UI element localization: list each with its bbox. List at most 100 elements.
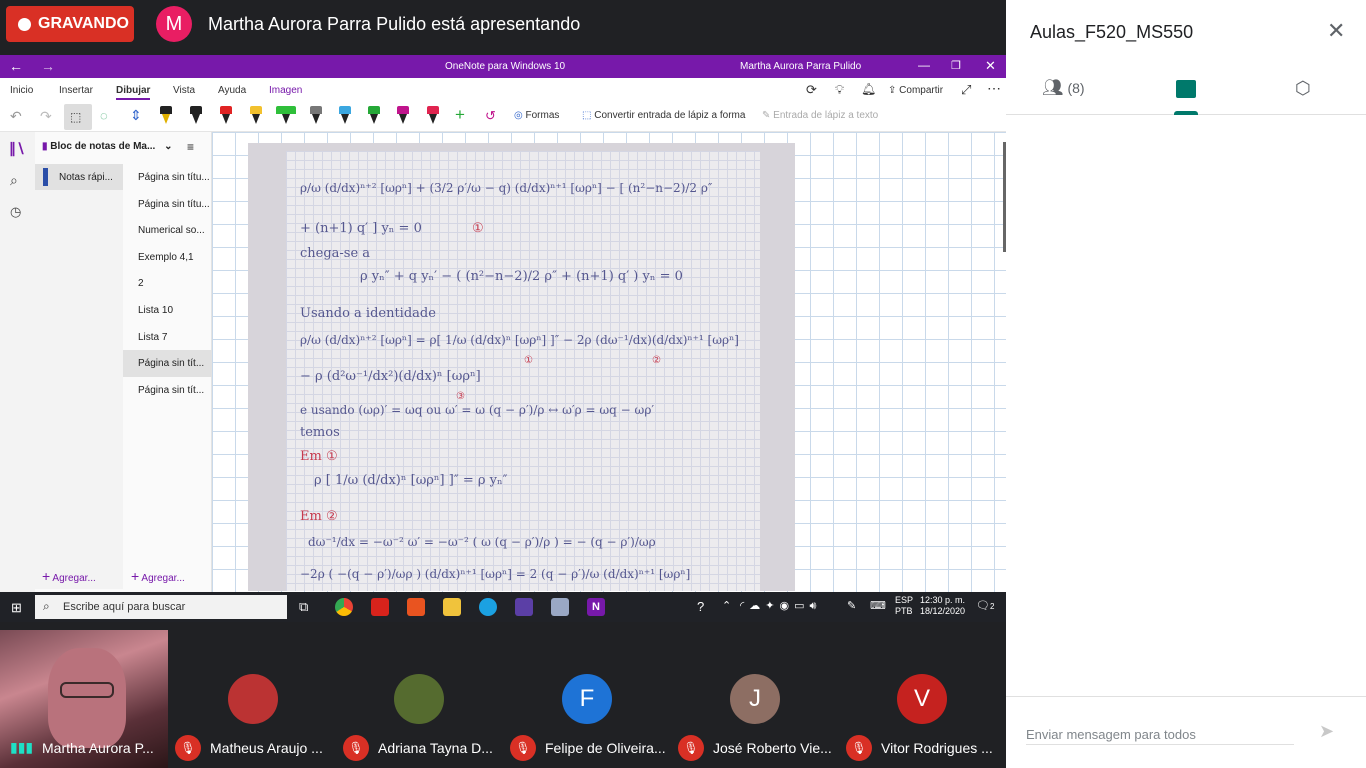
- clock[interactable]: 12:30 p. m. 18/12/2020: [920, 595, 965, 617]
- people-icon: 👥︎: [1042, 78, 1064, 97]
- restore-icon[interactable]: ❐: [951, 59, 961, 72]
- add-page-button[interactable]: + Agregar...: [131, 568, 185, 584]
- chrome-icon[interactable]: [335, 598, 353, 616]
- page-item[interactable]: Lista 7: [123, 324, 212, 351]
- lasso-icon[interactable]: ◌: [100, 108, 108, 123]
- chat-message-input[interactable]: Enviar mensagem para todos: [1026, 719, 1294, 745]
- convert-shape-icon: ⬚: [582, 110, 592, 121]
- pen-black[interactable]: [190, 106, 202, 126]
- redo-icon[interactable]: ↷: [40, 108, 52, 125]
- keyboard-icon[interactable]: ⌨: [870, 599, 886, 612]
- notifications-icon[interactable]: 🗨︎2: [976, 599, 994, 612]
- page-item-selected[interactable]: Página sin tít...: [123, 350, 212, 377]
- clock-date: 18/12/2020: [920, 606, 966, 616]
- recent-icon[interactable]: ◷: [10, 204, 21, 220]
- acrobat-icon[interactable]: [371, 598, 389, 616]
- account-name[interactable]: Martha Aurora Parra Pulido: [740, 61, 861, 72]
- edge-icon[interactable]: [479, 598, 497, 616]
- notebooks-icon[interactable]: ∥∖: [9, 140, 25, 157]
- help-icon[interactable]: ?: [697, 599, 704, 614]
- section-item[interactable]: Notas rápi...: [35, 164, 123, 190]
- participant-name: Felipe de Oliveira...: [545, 740, 666, 756]
- language-indicator[interactable]: ESP PTB: [895, 595, 913, 617]
- record-dot-icon: [18, 17, 31, 31]
- share-button[interactable]: ⇪ Compartir: [888, 85, 943, 96]
- bell-icon[interactable]: 🔔︎: [861, 82, 876, 96]
- windows-start-icon[interactable]: ⊞: [11, 600, 22, 616]
- pen-pink[interactable]: [427, 106, 439, 126]
- hw-line: dω⁻¹/dx = −ω⁻² ω′ = −ω⁻² ( ω (q − ρ′)/ρ …: [308, 535, 656, 549]
- more-options-icon[interactable]: ⋯: [987, 80, 1001, 97]
- fullscreen-icon[interactable]: ⤢: [961, 82, 971, 98]
- tab-imagen[interactable]: Imagen: [269, 85, 302, 96]
- ink-to-text-button[interactable]: ✎ Entrada de lápiz a texto: [762, 110, 878, 121]
- page-item[interactable]: 2: [123, 270, 212, 297]
- tab-inicio[interactable]: Inicio: [10, 85, 33, 96]
- pen-yellow[interactable]: [250, 106, 262, 126]
- pen-gray[interactable]: [310, 106, 322, 126]
- hw-line: ρ [ 1/ω (d/dx)ⁿ [ωρⁿ] ]″ = ρ yₙ″: [314, 473, 508, 488]
- select-tool-icon[interactable]: ⬚: [64, 104, 92, 130]
- search-icon[interactable]: ⌕: [10, 172, 18, 189]
- snipping-tool-icon[interactable]: [551, 598, 569, 616]
- pen-tray-icon[interactable]: ✎: [847, 599, 856, 612]
- minimize-icon[interactable]: —: [918, 58, 930, 72]
- page-item[interactable]: Exemplo 4,1: [123, 244, 212, 271]
- page-item[interactable]: Numerical so...: [123, 217, 212, 244]
- app-icon[interactable]: [515, 598, 533, 616]
- pen-green[interactable]: [368, 106, 380, 126]
- file-explorer-icon[interactable]: [443, 598, 461, 616]
- space-tool-icon[interactable]: ⇕: [130, 107, 142, 124]
- close-icon[interactable]: ✕: [1327, 18, 1345, 44]
- tab-people[interactable]: 👥︎ (8): [1042, 78, 1085, 98]
- lightbulb-icon[interactable]: 💡︎: [835, 82, 844, 98]
- task-view-icon[interactable]: ⧉: [299, 599, 308, 615]
- tab-vista[interactable]: Vista: [173, 85, 195, 96]
- taskbar-search-input[interactable]: ⌕ Escribe aquí para buscar: [35, 595, 287, 619]
- ink-text-label: Entrada de lápiz a texto: [773, 110, 879, 121]
- tab-dibujar[interactable]: Dibujar: [116, 85, 151, 100]
- add-section-button[interactable]: + Agregar...: [42, 568, 96, 584]
- onenote-taskbar-icon[interactable]: N: [587, 598, 605, 616]
- ink-replay-icon[interactable]: ↺: [485, 108, 496, 124]
- pen-tool[interactable]: [160, 106, 172, 126]
- pen-blue[interactable]: [339, 106, 351, 126]
- shapes-button[interactable]: ◎ Formas: [514, 110, 559, 121]
- participant-avatar-initial: F: [562, 674, 612, 724]
- page-canvas[interactable]: ρ/ω (d/dx)ⁿ⁺² [ωρⁿ] + (3/2 ρ′/ω − q) (d/…: [212, 132, 1006, 622]
- pen-magenta[interactable]: [397, 106, 409, 126]
- onenote-title-bar: ← → OneNote para Windows 10 Martha Auror…: [0, 55, 1006, 78]
- onenote-nav-rail: ∥∖ ⌕ ◷: [0, 132, 35, 622]
- tray-icons[interactable]: ◜☁✦◉▭🔊︎: [740, 599, 821, 613]
- tab-insertar[interactable]: Insertar: [59, 85, 93, 96]
- forward-arrow-icon[interactable]: →: [41, 58, 55, 74]
- hw-line: + (n+1) q′ ] yₙ = 0: [300, 221, 422, 236]
- activities-icon[interactable]: ⬡: [1295, 78, 1311, 99]
- shapes-label: Formas: [525, 110, 560, 121]
- tab-chat[interactable]: [1174, 78, 1198, 115]
- participant-avatar-initial: J: [730, 674, 780, 724]
- send-icon[interactable]: ➤: [1319, 721, 1334, 742]
- tab-ayuda[interactable]: Ayuda: [218, 85, 246, 96]
- hw-line: ρ yₙ″ + q yₙ′ − ( (n²−n−2)/2 ρ″ + (n+1) …: [360, 269, 683, 284]
- add-pen-icon[interactable]: +: [455, 105, 465, 125]
- notebook-selector[interactable]: ▮ Bloc de notas de Ma... ⌄: [42, 141, 173, 152]
- page-item[interactable]: Página sin títu...: [123, 191, 212, 218]
- highlighter-green[interactable]: [276, 106, 296, 126]
- page-item[interactable]: Página sin tít...: [123, 377, 212, 404]
- undo-icon[interactable]: ↶: [10, 108, 22, 125]
- plus-icon: +: [42, 568, 51, 584]
- page-item[interactable]: Página sin títu...: [123, 164, 212, 191]
- pen-red[interactable]: [220, 106, 232, 126]
- sync-icon[interactable]: ⟳: [806, 82, 817, 98]
- page-item[interactable]: Lista 10: [123, 297, 212, 324]
- back-arrow-icon[interactable]: ←: [9, 58, 23, 74]
- convert-ink-shape-button[interactable]: ⬚ Convertir entrada de lápiz a forma: [582, 110, 745, 121]
- people-count: (8): [1067, 80, 1085, 96]
- matlab-icon[interactable]: [407, 598, 425, 616]
- sort-icon[interactable]: ≡: [187, 140, 194, 154]
- chevron-up-icon[interactable]: ⌃: [722, 599, 731, 612]
- section-color-tab: [43, 168, 48, 186]
- chat-icon: [1176, 80, 1196, 98]
- close-window-icon[interactable]: ✕: [985, 58, 996, 74]
